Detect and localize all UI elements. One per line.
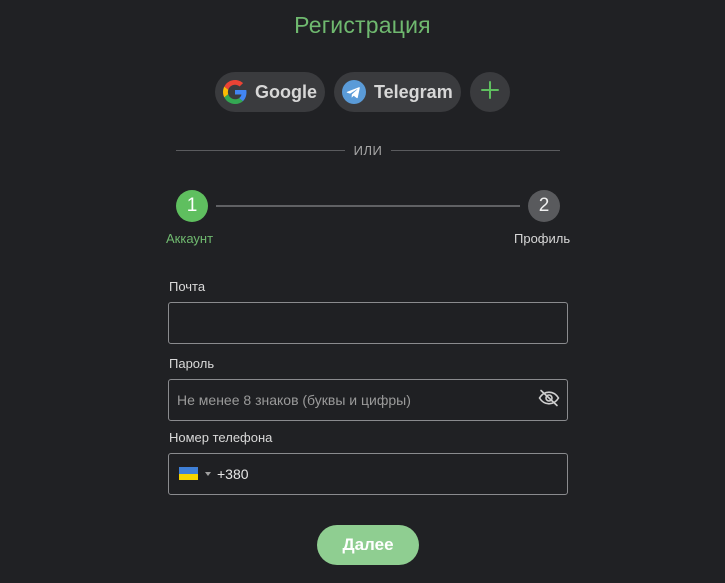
telegram-login-button[interactable]: Telegram [334, 72, 461, 112]
password-field-box [168, 379, 568, 421]
ukraine-flag-icon [179, 467, 198, 480]
country-selector[interactable] [179, 467, 211, 480]
page-title: Регистрация [294, 12, 431, 38]
step-2-indicator: 2 [528, 190, 560, 222]
phone-field-box [168, 453, 568, 495]
email-label: Почта [169, 279, 206, 294]
plus-icon [480, 80, 500, 105]
phone-label: Номер телефона [169, 430, 273, 445]
email-input[interactable] [169, 303, 519, 343]
or-divider: ИЛИ [176, 141, 560, 159]
social-login-row: Google Telegram [0, 72, 725, 112]
divider-line-right [391, 149, 560, 151]
telegram-logo-icon [341, 79, 367, 105]
password-input[interactable] [169, 380, 519, 420]
google-login-button[interactable]: Google [215, 72, 325, 112]
more-login-options-button[interactable] [470, 72, 510, 112]
eye-slash-icon [538, 389, 560, 412]
google-logo-icon [222, 79, 248, 105]
stepper-connector [216, 205, 520, 207]
divider-line-left [176, 149, 345, 151]
step-1-label: Аккаунт [166, 231, 214, 246]
step-2-label: Профиль [514, 231, 571, 246]
email-field-box [168, 302, 568, 344]
phone-input[interactable] [209, 454, 529, 494]
password-label: Пароль [169, 356, 215, 371]
google-login-label: Google [255, 81, 317, 102]
password-visibility-toggle[interactable] [537, 389, 561, 411]
step-1-indicator: 1 [176, 190, 208, 222]
telegram-login-label: Telegram [374, 81, 453, 102]
next-button[interactable]: Далее [317, 525, 419, 565]
divider-text: ИЛИ [353, 142, 383, 158]
